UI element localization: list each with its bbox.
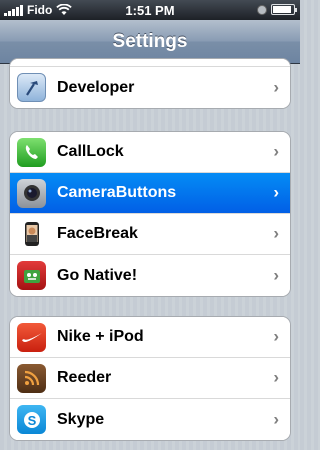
orientation-lock-icon	[257, 4, 267, 15]
status-bar: Fido 1:51 PM	[0, 0, 300, 20]
settings-item-label: Reeder	[57, 369, 112, 386]
chevron-right-icon: ›	[273, 409, 279, 429]
settings-item-reeder[interactable]: Reeder ›	[10, 358, 290, 399]
settings-item-camerabuttons[interactable]: CameraButtons ›	[10, 173, 290, 214]
settings-item-label: Skype	[57, 410, 105, 428]
settings-item-label: FaceBreak	[57, 225, 138, 242]
settings-item-nike-ipod[interactable]: Nike + iPod ›	[10, 317, 290, 358]
settings-item-label: Nike + iPod	[57, 328, 144, 345]
svg-text:S: S	[27, 413, 36, 428]
skype-icon: S	[17, 405, 46, 434]
rss-feed-icon	[17, 363, 46, 393]
camera-lens-icon	[17, 178, 46, 208]
settings-group-developer: Developer ›	[9, 58, 291, 109]
settings-item-skype[interactable]: S Skype ›	[10, 399, 290, 440]
chevron-right-icon: ›	[273, 367, 279, 387]
chevron-right-icon: ›	[273, 223, 279, 243]
settings-item-label: Go Native!	[57, 266, 138, 284]
settings-item-label: Developer	[57, 78, 135, 96]
settings-item-go-native[interactable]: Go Native! ›	[10, 255, 290, 296]
settings-group-media: Nike + iPod › Reeder › S Skype ›	[9, 316, 291, 441]
settings-item-calllock[interactable]: CallLock ›	[10, 132, 290, 173]
go-native-icon	[17, 261, 46, 290]
status-time: 1:51 PM	[125, 3, 175, 18]
chevron-right-icon: ›	[273, 141, 279, 161]
settings-item-facebreak[interactable]: FaceBreak ›	[10, 214, 290, 255]
iphone-face-icon	[17, 219, 46, 249]
nike-swoosh-icon	[17, 322, 46, 352]
battery-icon	[271, 4, 297, 15]
settings-item-label: CallLock	[57, 143, 124, 160]
chevron-right-icon: ›	[273, 182, 279, 202]
chevron-right-icon: ›	[273, 326, 279, 346]
settings-group-apps: CallLock › CameraButtons › FaceBreak › G…	[9, 131, 291, 297]
chevron-right-icon: ›	[273, 77, 279, 97]
chevron-right-icon: ›	[273, 265, 279, 285]
phone-icon	[17, 137, 46, 167]
developer-hammer-icon	[17, 73, 46, 102]
settings-item-label: CameraButtons	[57, 184, 177, 201]
settings-item-developer[interactable]: Developer ›	[10, 67, 290, 108]
